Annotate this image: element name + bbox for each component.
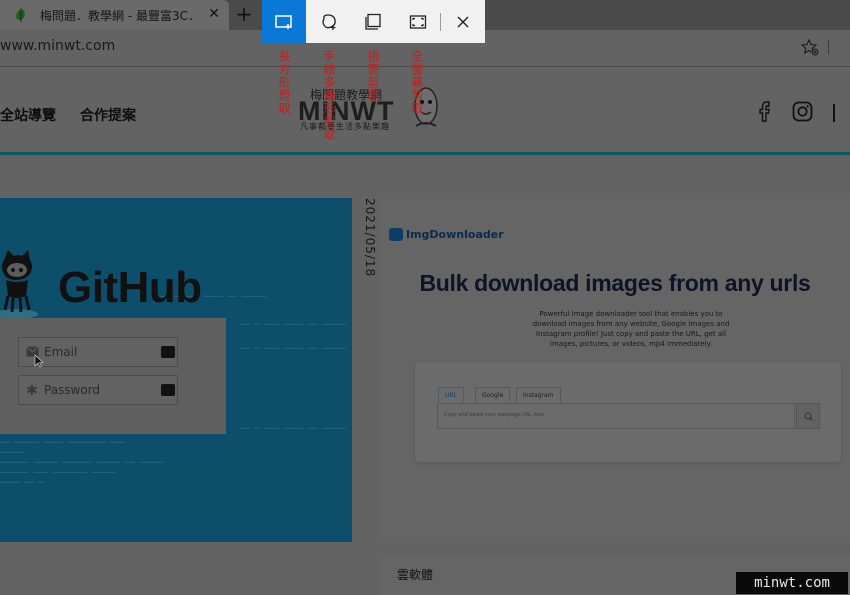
email-placeholder: Email bbox=[44, 345, 78, 359]
header-divider bbox=[833, 104, 835, 122]
decorative-code-line: ────── ───── ────── ───── ── ───── bbox=[0, 458, 164, 467]
toolbar-divider bbox=[828, 40, 829, 54]
tab-title: 梅問題．教學網 - 最豐富3C．攝 bbox=[40, 9, 198, 23]
octocat-icon bbox=[0, 250, 38, 319]
search-icon bbox=[804, 412, 813, 421]
post-date: 2021/05/18 bbox=[363, 198, 377, 278]
fullscreen-snip-button[interactable] bbox=[396, 0, 440, 43]
url-field[interactable]: www.minwt.com bbox=[0, 38, 115, 54]
window-snip-label: 視窗剪取 bbox=[366, 50, 380, 102]
password-manager-icon[interactable] bbox=[161, 384, 175, 396]
decorative-code-line: ────── ─── ─────── ───── bbox=[0, 468, 116, 477]
decorative-code-line: ──── ── ─ bbox=[0, 478, 44, 487]
imgdownloader-logo-icon bbox=[389, 228, 403, 241]
freeform-snip-icon bbox=[322, 13, 336, 30]
decorative-code-line: ── ─ ─── ──── ── ───── bbox=[240, 424, 346, 433]
tab-instagram[interactable]: Instagram bbox=[516, 387, 561, 402]
rectangle-snip-button[interactable] bbox=[262, 0, 306, 43]
freeform-snip-label: 手繪多邊形剪取 bbox=[322, 50, 336, 141]
watermark: minwt.com bbox=[736, 572, 848, 594]
password-placeholder: Password bbox=[44, 383, 101, 397]
decorative-code-line: ───── bbox=[0, 448, 25, 457]
tab-url[interactable]: URL bbox=[438, 387, 464, 402]
nav-site-map[interactable]: 全站導覽 bbox=[0, 105, 56, 125]
imgdownloader-brand: ImgDownloader bbox=[406, 228, 504, 241]
fullscreen-snip-icon bbox=[409, 14, 427, 29]
rectangle-snip-icon bbox=[275, 14, 292, 29]
site-favicon-icon bbox=[16, 8, 25, 22]
instagram-icon[interactable] bbox=[792, 101, 813, 122]
imgdownloader-headline: Bulk download images from any urls bbox=[419, 270, 811, 296]
decorative-code-line: ── ─ ─── ──── ── ───── bbox=[240, 320, 346, 329]
add-favorite-icon[interactable] bbox=[801, 38, 819, 56]
asterisk-icon: ✱ bbox=[26, 383, 38, 399]
decorative-code-line: ── ───── ──── ──────── ─── bbox=[0, 438, 126, 447]
close-icon bbox=[457, 16, 469, 27]
window-snip-button[interactable] bbox=[351, 0, 395, 43]
rectangle-snip-label: 長方形剪取 bbox=[277, 50, 291, 115]
mouse-cursor-icon bbox=[34, 354, 44, 368]
tab-google[interactable]: Google bbox=[475, 387, 511, 402]
freeform-snip-button[interactable] bbox=[307, 0, 351, 43]
new-tab-button[interactable]: + bbox=[233, 3, 255, 25]
fullscreen-snip-label: 全螢幕剪取 bbox=[410, 50, 424, 115]
imgdownloader-description: Powerful image downloader tool that enab… bbox=[532, 310, 730, 348]
tab-close-icon[interactable]: ✕ bbox=[204, 4, 224, 24]
password-manager-icon[interactable] bbox=[161, 346, 175, 358]
facebook-icon[interactable] bbox=[755, 100, 773, 122]
snip-close-button[interactable] bbox=[441, 0, 485, 43]
window-snip-icon bbox=[365, 13, 381, 30]
logo-tagline-bottom: 凡事都要生活多點樂趣 bbox=[300, 122, 390, 131]
decorative-code-line: ── ─ ─── ──── ── ───── bbox=[240, 344, 346, 353]
github-wordmark: GitHub bbox=[58, 263, 202, 312]
nav-cooperation[interactable]: 合作提案 bbox=[80, 105, 136, 125]
url-input-placeholder: Copy and paste your webpage URL here bbox=[444, 412, 545, 418]
section-title[interactable]: 雲軟體 bbox=[397, 566, 433, 583]
search-button[interactable] bbox=[796, 403, 820, 429]
